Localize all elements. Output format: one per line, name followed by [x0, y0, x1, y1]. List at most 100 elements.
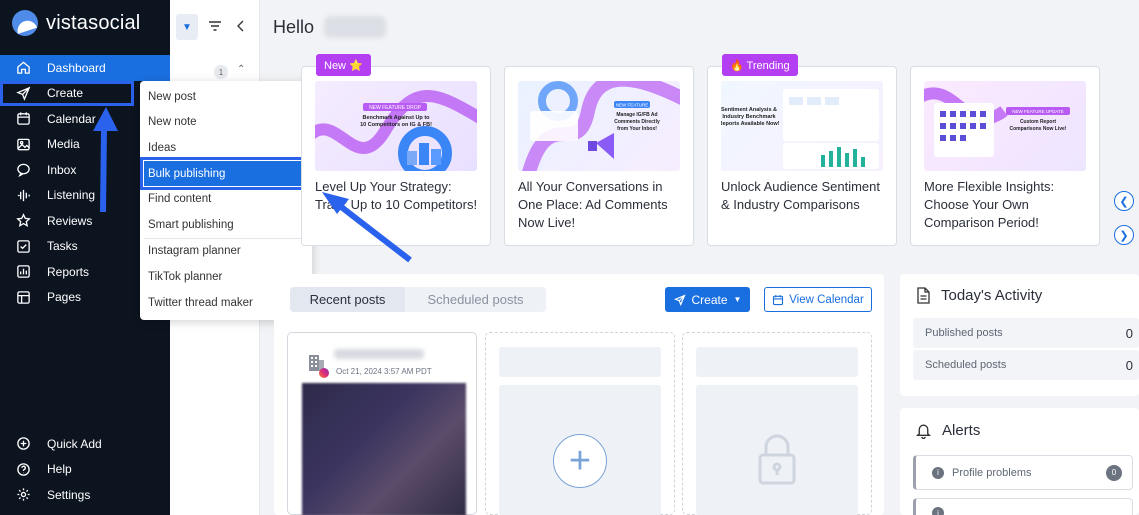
bell-icon — [915, 424, 932, 439]
logo[interactable]: vistasocial — [12, 10, 140, 36]
feature-cards: New ⭐ NEW FEATURE DROP Benchmark Against… — [301, 54, 1101, 246]
view-calendar-button[interactable]: View Calendar — [764, 287, 872, 312]
lock-icon — [757, 433, 797, 492]
chevron-up-icon[interactable]: ⌃ — [237, 64, 245, 75]
sidebar-item-label: Quick Add — [47, 436, 102, 451]
add-post-icon[interactable]: + — [553, 434, 607, 488]
trending-badge: 🔥 Trending — [722, 54, 798, 76]
svg-text:10 Competitors on IG & FB!: 10 Competitors on IG & FB! — [360, 122, 432, 128]
activity-row-scheduled: Scheduled posts 0 — [913, 350, 1139, 380]
help-icon — [16, 462, 31, 477]
sidebar-item-label: Dashboard — [47, 60, 106, 75]
carousel-next-button[interactable]: ❯ — [1114, 225, 1134, 245]
info-icon: i — [932, 507, 944, 515]
menu-item-ideas[interactable]: Ideas — [140, 135, 312, 161]
sidebar-item-settings[interactable]: Settings — [0, 482, 170, 508]
activity-row-label: Scheduled posts — [925, 359, 1007, 371]
posts-tabs: Recent posts Scheduled posts — [290, 287, 546, 312]
sidebar-item-label: Create — [47, 86, 84, 101]
gear-icon — [16, 487, 31, 502]
activity-row-label: Published posts — [925, 327, 1003, 339]
alert-count-badge: 0 — [1106, 464, 1122, 481]
sidebar-item-label: Media — [47, 137, 80, 152]
activity-title: Today's Activity — [916, 287, 1042, 304]
send-icon — [16, 86, 31, 101]
page-title: Hello — [273, 16, 387, 38]
svg-text:from Your Inbox!: from Your Inbox! — [617, 126, 657, 132]
post-card[interactable]: Oct 21, 2024 3:57 AM PDT — [287, 332, 477, 515]
placeholder-block — [696, 347, 858, 377]
task-icon — [16, 239, 31, 254]
feature-card[interactable]: NEW FEATURE Manage IG/FB Ad Comments Dir… — [504, 66, 694, 246]
filter-icon[interactable] — [208, 19, 222, 37]
feature-card[interactable]: 🔥 Trending Sentiment Analysis & Industry… — [707, 54, 897, 246]
menu-item-new-post[interactable]: New post — [140, 84, 312, 110]
caret-down-icon: ▼ — [733, 295, 742, 304]
carousel-prev-button[interactable]: ❮ — [1114, 191, 1134, 211]
card-text: All Your Conversations in One Place: Ad … — [518, 179, 668, 230]
sidebar-item-quick-add[interactable]: Quick Add — [0, 431, 170, 457]
alerts-title-text: Alerts — [942, 422, 981, 439]
activity-row-value: 0 — [1125, 357, 1133, 373]
info-icon: i — [932, 466, 944, 479]
sidebar-bottom-nav: Quick Add Help Settings — [0, 431, 170, 508]
alert-label: Profile problems — [952, 466, 1032, 479]
svg-text:Comparisons Now Live!: Comparisons Now Live! — [1010, 126, 1067, 132]
tab-scheduled-posts[interactable]: Scheduled posts — [405, 287, 546, 312]
sidebar-item-dashboard[interactable]: Dashboard — [0, 55, 170, 81]
inbox-icon — [16, 162, 31, 178]
profile-dropdown-button[interactable]: ▼ — [176, 14, 198, 40]
image-icon — [16, 137, 31, 152]
calendar-icon — [773, 294, 784, 305]
menu-item-instagram-planner[interactable]: Instagram planner — [140, 239, 312, 265]
create-button[interactable]: Create ▼ — [665, 287, 750, 312]
card-text: Unlock Audience Sentiment & Industry Com… — [721, 179, 880, 212]
card-image: NEW FEATURE UPDATE Custom Report Compari… — [924, 81, 1086, 171]
sidebar-item-label: Help — [47, 462, 72, 477]
card-image-caption: NEW FEATURE — [616, 103, 648, 108]
home-icon — [16, 60, 31, 75]
feature-card[interactable]: New ⭐ NEW FEATURE DROP Benchmark Against… — [301, 54, 491, 246]
send-icon — [673, 293, 686, 306]
svg-text:Benchmark Against Up to: Benchmark Against Up to — [362, 115, 430, 121]
post-image-blurred — [302, 383, 466, 515]
card-image-caption: NEW FEATURE UPDATE — [1012, 109, 1064, 114]
user-name-blurred — [324, 16, 387, 38]
activity-title-text: Today's Activity — [941, 287, 1043, 304]
locked-post-placeholder — [682, 332, 872, 515]
chevron-left-icon[interactable] — [236, 19, 246, 37]
card-image: Sentiment Analysis & Industry Benchmark … — [721, 81, 883, 171]
chart-icon — [16, 264, 31, 279]
activity-row-published: Published posts 0 — [913, 318, 1139, 348]
menu-item-find-content[interactable]: Find content — [140, 186, 312, 212]
menu-item-bulk-publishing[interactable]: Bulk publishing — [140, 156, 314, 191]
instagram-icon — [319, 368, 329, 378]
create-button-label: Create — [691, 292, 728, 307]
document-icon — [917, 287, 930, 304]
feature-card[interactable]: NEW FEATURE UPDATE Custom Report Compari… — [910, 66, 1100, 246]
card-image-caption: NEW FEATURE DROP — [369, 105, 422, 111]
caret-down-icon: ▼ — [182, 21, 192, 33]
tab-recent-posts[interactable]: Recent posts — [290, 287, 405, 312]
menu-item-new-note[interactable]: New note — [140, 110, 312, 136]
alert-row-profile-problems[interactable]: i Profile problems 0 — [913, 455, 1133, 490]
create-post-placeholder[interactable]: + — [485, 332, 675, 515]
svg-text:Industry Benchmark: Industry Benchmark — [722, 114, 776, 120]
greeting-text: Hello — [273, 16, 315, 37]
logo-icon — [12, 10, 38, 36]
sidebar-item-label: Listening — [47, 188, 96, 203]
card-text: More Flexible Insights: Choose Your Own … — [924, 179, 1055, 230]
sidebar-item-create[interactable]: Create — [0, 80, 134, 106]
chevron-left-icon: ❮ — [1119, 195, 1129, 208]
alert-row[interactable]: i — [913, 498, 1133, 515]
menu-item-smart-publishing[interactable]: Smart publishing — [140, 212, 312, 238]
sidebar-item-help[interactable]: Help — [0, 457, 170, 483]
sidebar-item-label: Calendar — [47, 111, 96, 126]
svg-text:Custom Report: Custom Report — [1020, 119, 1056, 125]
card-image: NEW FEATURE DROP Benchmark Against Up to… — [315, 81, 477, 171]
wave-icon — [16, 188, 31, 203]
calendar-icon — [16, 111, 31, 126]
chevron-right-icon: ❯ — [1119, 229, 1129, 242]
placeholder-block — [499, 347, 661, 377]
new-badge: New ⭐ — [316, 54, 371, 76]
